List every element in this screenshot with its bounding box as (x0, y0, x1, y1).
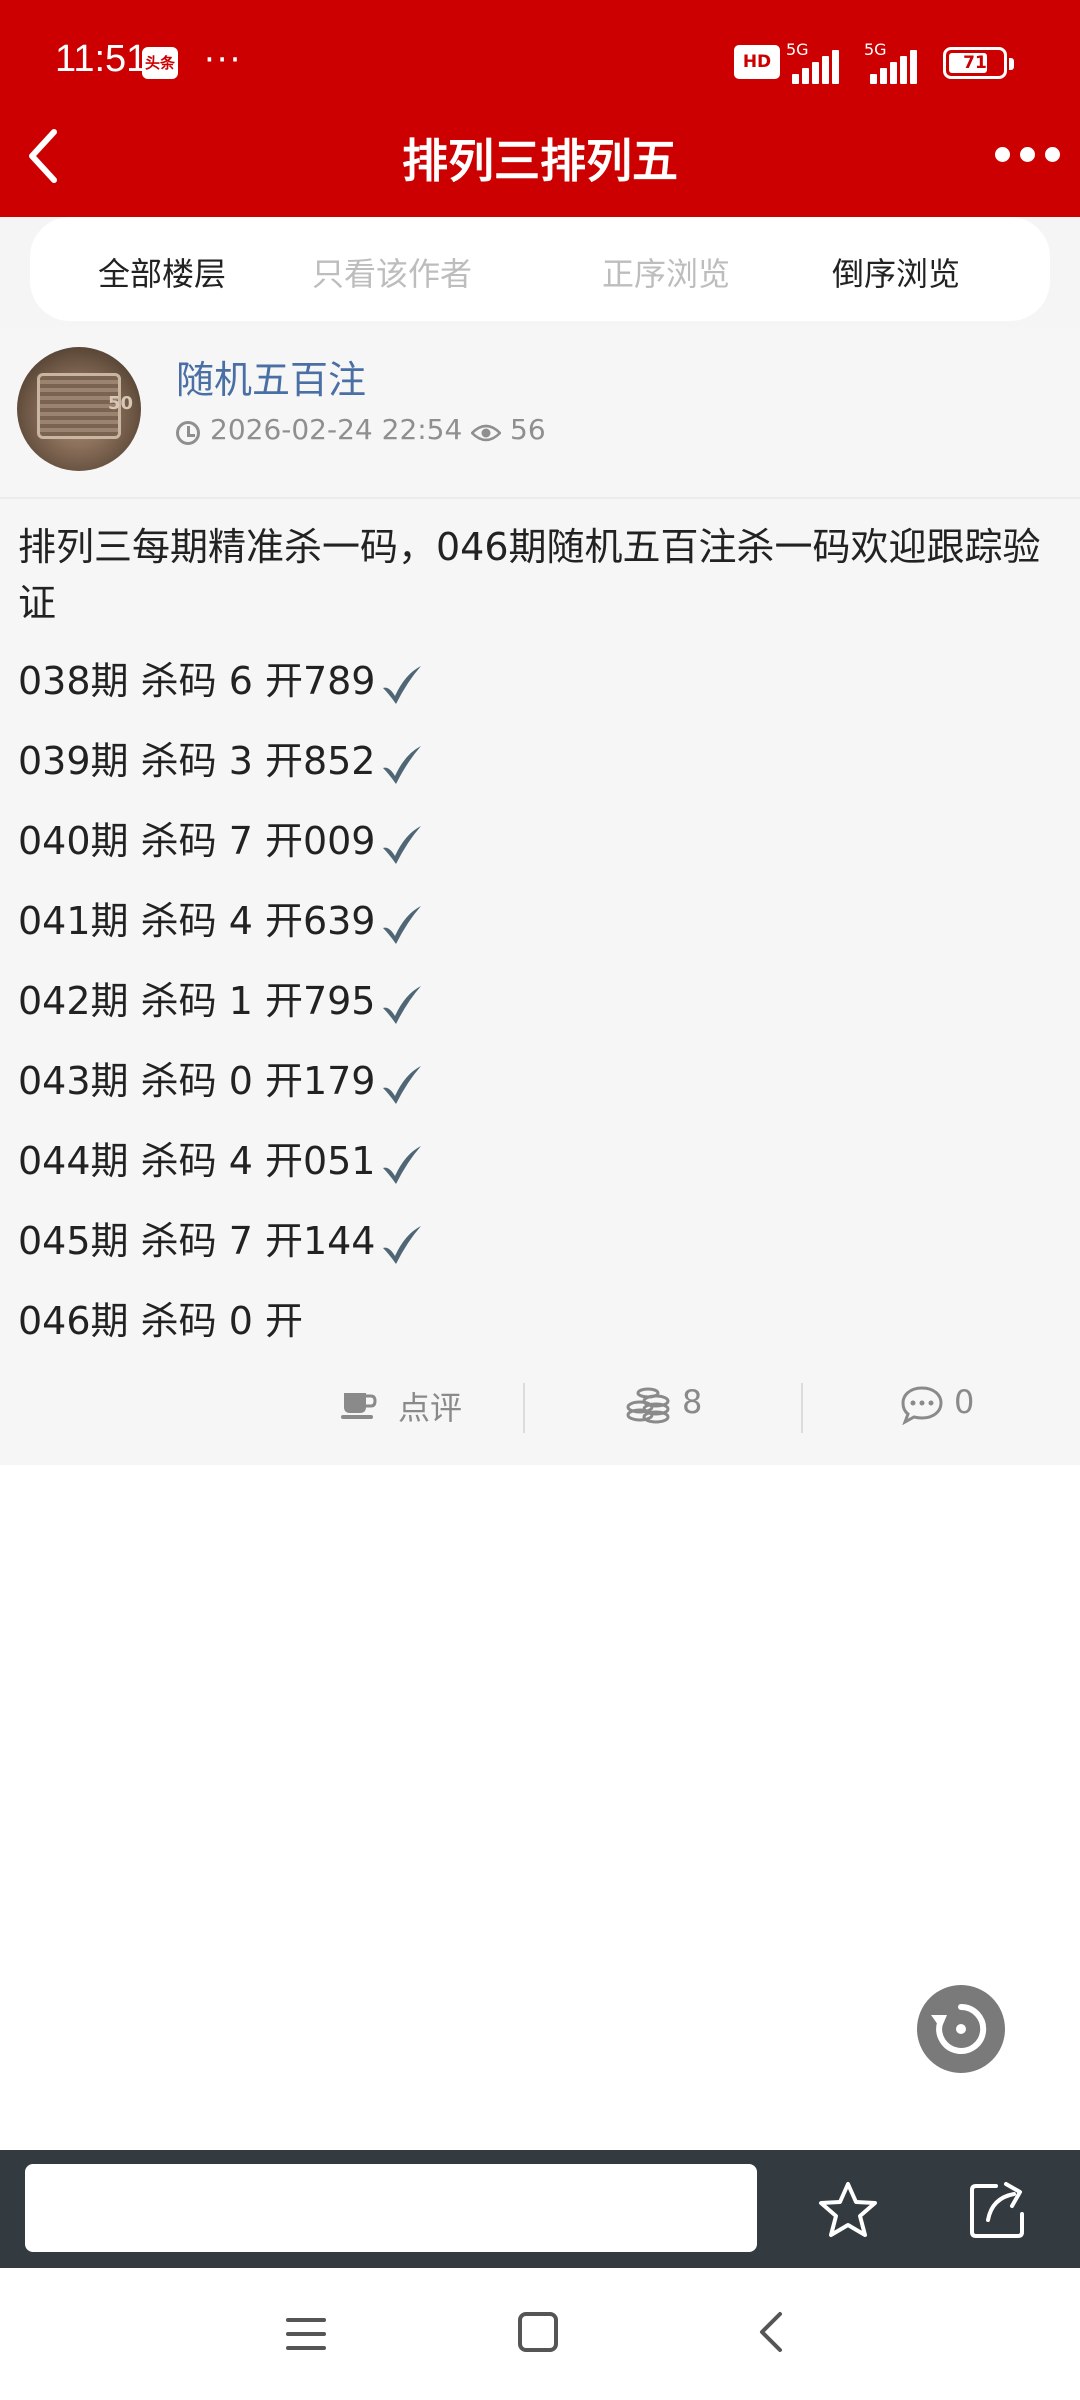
refresh-icon (931, 2003, 987, 2054)
page-title: 排列三排列五 (402, 134, 678, 188)
coins-icon (626, 1387, 670, 1424)
avatar[interactable]: 50 (17, 347, 141, 471)
hd-icon: HD (734, 45, 780, 79)
more-button[interactable] (995, 140, 1061, 170)
review-button[interactable]: 点评 (340, 1383, 470, 1431)
record-text: 046期 杀码 0 开 (18, 1299, 303, 1343)
tab-all-floors[interactable]: 全部楼层 (98, 249, 226, 295)
clock-icon (176, 421, 200, 445)
post-card: 50 随机五百注 2026-02-24 22:54 56 排列三每期精准杀一码，… (0, 327, 1080, 1465)
battery-icon: 71 (943, 47, 1014, 79)
checkmark-icon (383, 825, 422, 864)
record-line: 042期 杀码 1 开795 (18, 973, 425, 1029)
system-nav-bar (0, 2268, 1080, 2400)
post-intro: 排列三每期精准杀一码，046期随机五百注杀一码欢迎跟踪验证 (18, 525, 1041, 625)
record-line: 045期 杀码 7 开144 (18, 1213, 425, 1269)
eye-icon (471, 424, 501, 442)
post-actions: 点评 8 0 (0, 1367, 1080, 1447)
checkmark-icon (383, 1225, 422, 1264)
tab-author-only[interactable]: 只看该作者 (312, 249, 472, 295)
checkmark-icon (383, 665, 422, 704)
more-dots-icon (995, 147, 1010, 162)
battery-level: 71 (963, 53, 987, 73)
status-bar: 11:51 头条 ··· HD 5G 5G 71 (0, 0, 1080, 125)
checkmark-icon (383, 745, 422, 784)
record-text: 044期 杀码 4 开051 (18, 1139, 376, 1183)
tab-descending[interactable]: 倒序浏览 (832, 249, 960, 295)
share-button[interactable] (966, 2178, 1030, 2242)
bottom-input-bar (0, 2150, 1080, 2268)
checkmark-icon (383, 1145, 422, 1184)
status-more-icon: ··· (204, 40, 243, 80)
author-name[interactable]: 随机五百注 (176, 349, 366, 404)
refresh-button[interactable] (917, 1985, 1005, 2073)
star-icon (819, 2182, 877, 2237)
tabs-pill: 全部楼层 只看该作者 正序浏览 倒序浏览 (30, 217, 1050, 321)
record-line: 040期 杀码 7 开009 (18, 813, 425, 869)
view-count: 56 (510, 413, 546, 446)
tab-ascending[interactable]: 正序浏览 (602, 249, 730, 295)
record-text: 039期 杀码 3 开852 (18, 739, 376, 783)
comment-bubble-icon (901, 1386, 943, 1425)
review-label: 点评 (398, 1389, 463, 1427)
checkmark-icon (383, 905, 422, 944)
record-text: 041期 杀码 4 开639 (18, 899, 376, 943)
menu-icon[interactable] (284, 2314, 328, 2354)
record-text: 042期 杀码 1 开795 (18, 979, 376, 1023)
coin-count: 8 (682, 1383, 703, 1421)
divider (801, 1383, 803, 1433)
record-text: 043期 杀码 0 开179 (18, 1059, 376, 1103)
record-text: 038期 杀码 6 开789 (18, 659, 376, 703)
coffee-cup-icon (341, 1393, 377, 1419)
tabs-bar: 全部楼层 只看该作者 正序浏览 倒序浏览 (0, 217, 1080, 327)
reply-input[interactable] (25, 2164, 757, 2252)
favorite-button[interactable] (816, 2180, 880, 2240)
comment-count: 0 (954, 1383, 975, 1421)
record-line: 044期 杀码 4 开051 (18, 1133, 425, 1189)
record-line: 041期 杀码 4 开639 (18, 893, 425, 949)
coins-button[interactable]: 8 (626, 1383, 706, 1431)
record-line: 046期 杀码 0 开 (18, 1293, 303, 1349)
record-text: 045期 杀码 7 开144 (18, 1219, 376, 1263)
top-bar: 11:51 头条 ··· HD 5G 5G 71 排列三排列五 (0, 0, 1080, 217)
divider (523, 1383, 525, 1433)
home-icon[interactable] (518, 2312, 558, 2352)
checkmark-icon (383, 985, 422, 1024)
record-line: 043期 杀码 0 开179 (18, 1053, 425, 1109)
app-badge-icon: 头条 (142, 47, 178, 79)
checkmark-icon (383, 1065, 422, 1104)
record-line: 039期 杀码 3 开852 (18, 733, 425, 789)
divider (0, 497, 1080, 499)
share-icon (970, 2182, 1024, 2238)
record-text: 040期 杀码 7 开009 (18, 819, 376, 863)
post-datetime: 2026-02-24 22:54 (210, 413, 463, 446)
status-time: 11:51 (55, 38, 148, 80)
comments-button[interactable]: 0 (900, 1383, 980, 1431)
nav-back-icon[interactable] (752, 2308, 792, 2356)
record-line: 038期 杀码 6 开789 (18, 653, 425, 709)
